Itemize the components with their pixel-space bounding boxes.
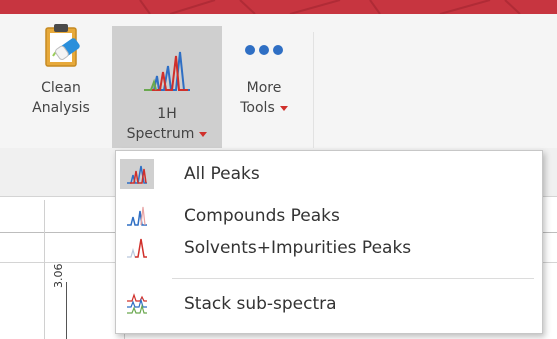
menu-item-icon-holder [120,289,154,319]
menu-item-icon-holder [120,233,154,263]
solvents-impurities-peaks-icon [127,238,147,258]
menu-item-solvents-impurities-peaks[interactable]: Solvents+Impurities Peaks [120,233,534,263]
1h-spectrum-label-2: Spectrum [126,126,195,142]
clean-analysis-button[interactable]: Clean Analysis [15,12,107,146]
chevron-down-icon [279,105,288,111]
compounds-peaks-icon [127,206,147,226]
all-peaks-icon [127,165,147,184]
1h-spectrum-label-2-wrap: Spectrum [127,124,208,144]
more-tools-label-1: More [246,80,282,96]
menu-item-label: All Peaks [184,164,260,184]
1h-spectrum-label-1: 1H [157,106,177,122]
menu-item-icon-holder [120,201,154,231]
clean-analysis-label-1: Clean [41,80,81,96]
menu-item-stack-sub-spectra[interactable]: Stack sub-spectra [120,289,534,319]
menu-item-label: Compounds Peaks [184,206,340,226]
menu-item-label: Stack sub-spectra [184,294,337,314]
nmr-peaks-icon [144,51,190,91]
menu-separator [172,278,534,279]
three-dots-icon [245,45,283,55]
chevron-down-icon [199,131,208,137]
integral-tick [66,282,67,339]
spectrum-dropdown-menu: All Peaks Compounds Peaks Solvents+Impur… [115,150,543,334]
spectrum-gridline [44,200,45,339]
integral-value-label: 3.06 [52,263,65,289]
menu-item-compounds-peaks[interactable]: Compounds Peaks [120,201,534,231]
stack-sub-spectra-icon [127,293,147,314]
more-tools-label-2: Tools [240,100,275,116]
ribbon-group-separator [313,32,314,148]
more-tools-button[interactable]: More Tools [228,12,300,146]
menu-item-icon-holder [120,159,154,189]
menu-item-label: Solvents+Impurities Peaks [184,238,412,258]
menu-item-all-peaks[interactable]: All Peaks [120,159,534,189]
clean-analysis-label-2: Analysis [32,100,90,116]
clipboard-eraser-icon [45,24,80,67]
1h-spectrum-button[interactable]: 1H Spectrum [112,26,222,150]
more-tools-label-2-wrap: Tools [240,98,288,118]
